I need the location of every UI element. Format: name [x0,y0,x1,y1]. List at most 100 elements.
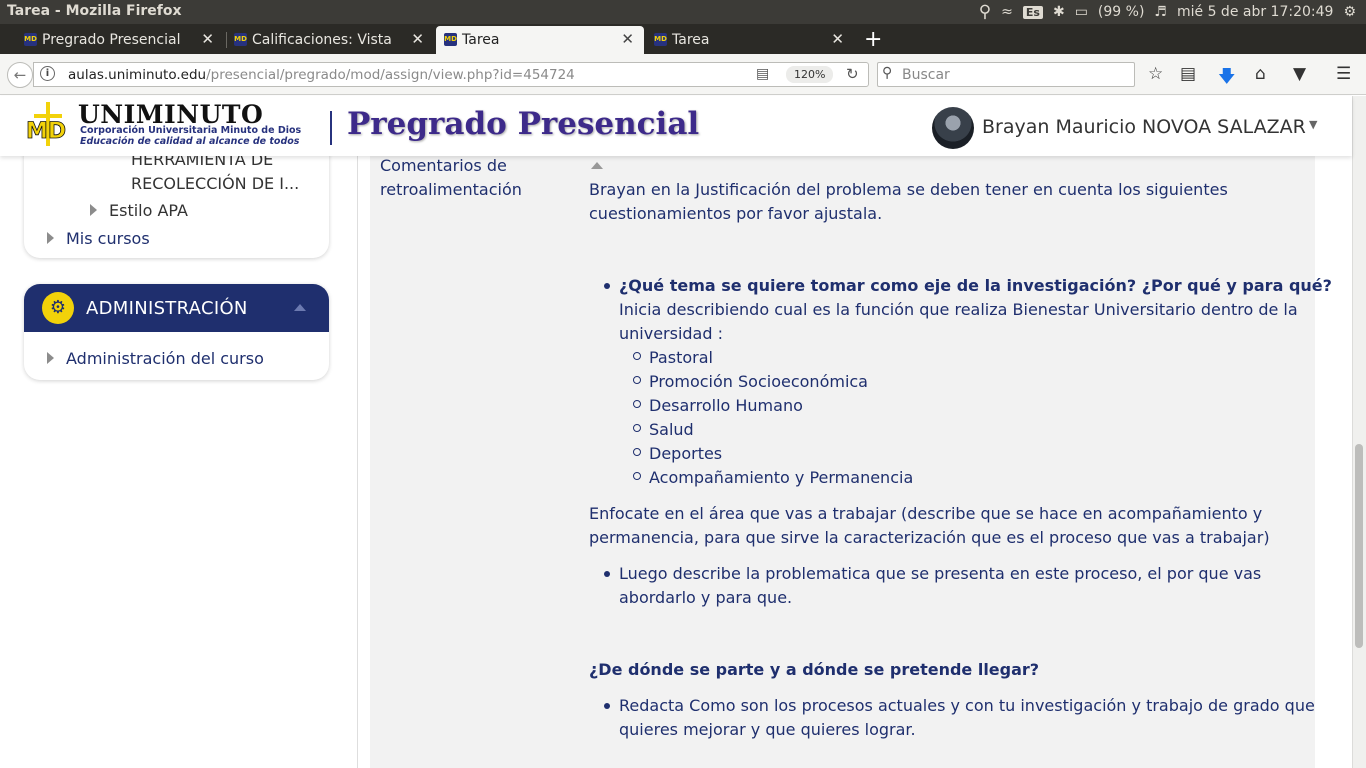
nav-item-mis-cursos[interactable]: Mis cursos [66,229,150,248]
focus-paragraph-line1: Enfocate en el área que vas a trabajar (… [589,504,1263,523]
gears-icon: ⚙ [42,292,74,324]
home-icon[interactable]: ⌂ [1255,64,1266,84]
os-top-bar: Tarea - Mozilla Firefox ⚲ ≈ Es ✱ ▭ (99 %… [0,0,1366,24]
download-arrow-icon[interactable]: 🡇 [1218,64,1235,93]
bullet-3-line1: Redacta Como son los procesos actuales y… [619,696,1315,715]
search-icon: ⚲ [882,65,893,81]
hamburger-menu-icon[interactable]: ☰ [1336,64,1351,84]
nav-item-estilo-apa[interactable]: Estilo APA [109,201,188,220]
new-tab-plus-icon[interactable]: + [864,27,882,52]
administration-block: ⚙ ADMINISTRACIÓN Administración del curs… [24,284,329,380]
tab-strip: MD Pregrado Presencial ✕ MD Calificacion… [0,24,1366,54]
navigation-bar: ← i aulas.uniminuto.edu/presencial/pregr… [0,54,1366,95]
list-item: Salud [649,420,694,439]
sub-bullet [633,472,641,480]
focus-paragraph-line2: permanencia, para que sirve la caracteri… [589,528,1270,547]
feedback-intro-line1: Brayan en la Justificación del problema … [589,180,1228,199]
user-avatar[interactable] [932,107,974,149]
svg-text:MD: MD [26,119,66,144]
header-divider [330,111,332,145]
search-icon[interactable]: ⚲ [979,2,991,22]
keyboard-layout-indicator[interactable]: Es [1022,5,1043,19]
clock[interactable]: mié 5 de abr 17:20:49 [1177,4,1333,20]
site-header: MD UNIMINUTO Corporación Universitaria M… [0,96,1352,156]
bullet-2-line2: abordarlo y para que. [619,588,793,607]
close-icon[interactable]: ✕ [411,30,424,48]
collapse-caret-icon[interactable] [294,304,306,311]
reload-icon[interactable]: ↻ [846,65,859,83]
question-1-body-line2: universidad : [619,324,723,343]
search-input[interactable]: ⚲ Buscar [877,62,1135,87]
nav-item-herramienta-line2[interactable]: RECOLECCIÓN DE I... [131,174,299,193]
page-scrollbar[interactable] [1352,96,1366,768]
site-favicon-icon: MD [24,33,37,46]
question-1-body-line1: Inicia describiendo cual es la función q… [619,300,1298,319]
tab-label: Calificaciones: Vista [252,32,392,48]
site-title[interactable]: Pregrado Presencial [347,106,699,142]
expand-arrow-icon[interactable] [47,352,54,364]
close-icon[interactable]: ✕ [621,30,634,48]
reading-list-icon[interactable]: ▤ [1180,64,1196,84]
scrollbar-thumb[interactable] [1355,444,1363,648]
tab-label: Tarea [462,32,500,48]
administration-title: ADMINISTRACIÓN [86,298,248,319]
window-title: Tarea - Mozilla Firefox [7,3,182,19]
volume-icon[interactable]: ♬ [1154,4,1167,20]
logo-tagline: Educación de calidad al alcance de todos [80,136,300,147]
reader-view-icon[interactable]: ▤ [756,66,769,82]
zoom-level-badge[interactable]: 120% [786,66,834,83]
uniminuto-md-logo[interactable]: MD [24,100,76,150]
tab-tarea[interactable]: MD Tarea ✕ [646,26,854,54]
bullet [604,571,610,577]
close-icon[interactable]: ✕ [201,30,214,48]
tab-calificaciones[interactable]: MD Calificaciones: Vista ✕ [226,26,434,54]
feedback-comments-label: Comentarios de retroalimentación [380,156,522,199]
list-item: Desarrollo Humano [649,396,803,415]
sub-bullet [633,376,641,384]
site-favicon-icon: MD [444,33,457,46]
sub-bullet [633,424,641,432]
sub-bullet [633,400,641,408]
tab-label: Tarea [672,32,710,48]
question-2-heading: ¿De dónde se parte y a dónde se pretende… [589,660,1040,679]
expand-arrow-icon[interactable] [47,232,54,244]
bullet-3-line2: quieres mejorar y que quieres lograr. [619,720,916,739]
bullet [604,283,610,289]
list-item: Acompañamiento y Permanencia [649,468,914,487]
tab-tarea-active[interactable]: MD Tarea ✕ [436,26,644,54]
close-icon[interactable]: ✕ [831,30,844,48]
sub-bullet [633,352,641,360]
feedback-intro-line2: cuestionamientos por favor ajustala. [589,204,883,223]
battery-level[interactable]: (99 %) [1098,4,1145,20]
settings-gear-icon[interactable]: ⚙ [1343,4,1356,20]
list-item: Promoción Socioeconómica [649,372,868,391]
expand-arrow-icon[interactable] [90,204,97,216]
sub-bullet [633,448,641,456]
bullet [604,703,610,709]
list-item: Pastoral [649,348,713,367]
content-divider [357,156,358,768]
collapse-caret-icon[interactable] [591,162,603,169]
url-text[interactable]: aulas.uniminuto.edu/presencial/pregrado/… [68,67,575,83]
site-info-icon[interactable]: i [40,66,55,81]
battery-icon[interactable]: ▭ [1075,4,1088,20]
system-tray: ⚲ ≈ Es ✱ ▭ (99 %) ♬ mié 5 de abr 17:20:4… [979,0,1356,24]
bookmark-star-icon[interactable]: ☆ [1148,64,1163,84]
chevron-down-icon[interactable]: ▼ [1309,118,1317,131]
tab-pregrado-presencial[interactable]: MD Pregrado Presencial ✕ [16,26,224,54]
url-bar[interactable]: i aulas.uniminuto.edu/presencial/pregrad… [33,62,869,87]
administration-header[interactable]: ⚙ ADMINISTRACIÓN [24,284,329,332]
user-name[interactable]: Brayan Mauricio NOVOA SALAZAR [982,116,1306,138]
site-favicon-icon: MD [654,33,667,46]
list-item: Deportes [649,444,723,463]
search-placeholder: Buscar [902,67,950,83]
pocket-icon[interactable]: ▼ [1293,64,1306,84]
wifi-icon[interactable]: ≈ [1001,4,1013,20]
question-1-heading: ¿Qué tema se quiere tomar como eje de la… [619,276,1332,295]
nav-item-administracion-curso[interactable]: Administración del curso [66,349,264,368]
site-favicon-icon: MD [234,33,247,46]
bluetooth-icon[interactable]: ✱ [1053,4,1065,20]
back-arrow-icon[interactable]: ← [7,62,33,88]
logo-subtitle: Corporación Universitaria Minuto de Dios [80,125,302,136]
tab-label: Pregrado Presencial [42,32,181,48]
